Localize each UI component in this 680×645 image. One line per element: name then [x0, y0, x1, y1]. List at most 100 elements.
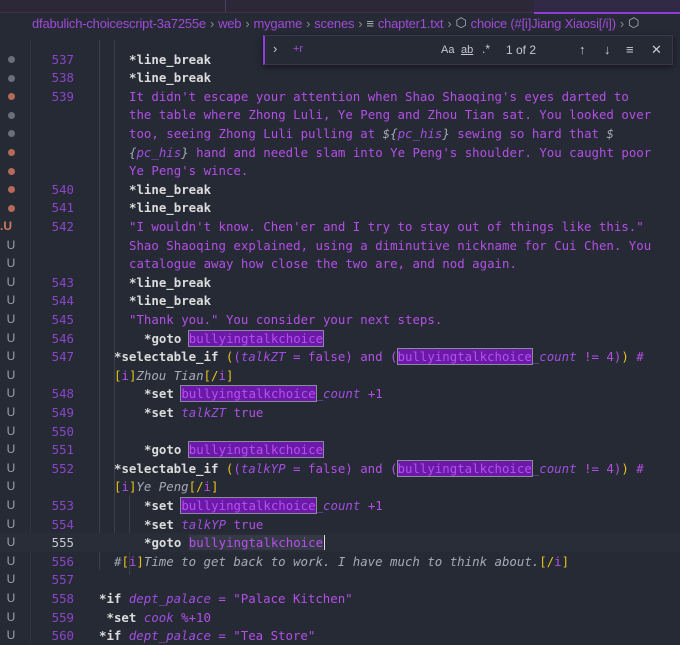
line-content[interactable]: #[i]Time to get back to work. I have muc…	[114, 552, 569, 571]
code-line[interactable]: U 544 *line_break	[0, 291, 680, 310]
code-line[interactable]: U 560 *if dept_palace = "Tea Store"	[0, 626, 680, 645]
text-token: "I wouldn't know. Chen'er and I try to s…	[129, 219, 644, 234]
code-line[interactable]: 539 It didn't escape your attention when …	[0, 87, 680, 106]
code-line[interactable]: U 548 *set bullyingtalkchoice_count +1	[0, 384, 680, 403]
line-content[interactable]: *set talkZT true	[144, 403, 263, 422]
code-line[interactable]: the table where Zhong Luli, Ye Peng and …	[0, 105, 680, 124]
line-content[interactable]: [i]Zhou Tian[/i]	[114, 366, 233, 385]
line-number: 537	[51, 51, 74, 67]
code-line[interactable]: too, seeing Zhong Luli pulling at ${pc_h…	[0, 124, 680, 143]
code-line[interactable]: U [i]Zhou Tian[/i]	[0, 366, 680, 385]
line-content[interactable]: *line_break	[129, 50, 211, 69]
line-content[interactable]: {pc_his} hand and needle slam into Ye Pe…	[129, 143, 651, 162]
breadcrumb-symbol[interactable]: choice (#[i]Jiang Xiaosi[/i])	[471, 16, 616, 31]
text-token: (	[233, 349, 241, 365]
code-line[interactable]: U 543 *line_break	[0, 273, 680, 292]
line-content[interactable]: the table where Zhong Luli, Ye Peng and …	[129, 105, 651, 124]
line-content[interactable]: *if dept_palace = "Palace Kitchen"	[99, 589, 353, 608]
line-content[interactable]: *set talkYP true	[144, 515, 263, 534]
line-content[interactable]: *set bullyingtalkchoice_count +1	[144, 384, 383, 403]
editor-tab[interactable]	[0, 0, 226, 12]
chevron-right-icon: ›	[209, 15, 215, 31]
code-editor[interactable]: who might want t 537 *line_break 538 *line_b…	[0, 33, 680, 645]
line-number: 549	[51, 405, 74, 420]
code-line[interactable]: 540 *line_break	[0, 180, 680, 199]
keyword-token: *line_break	[129, 70, 212, 86]
line-content[interactable]: Shao Shaoqing explained, using a diminut…	[129, 236, 651, 255]
git-untracked-marker: U	[6, 349, 16, 364]
next-match-icon[interactable]: ↓	[604, 42, 611, 57]
code-line[interactable]: U 557	[0, 570, 680, 589]
line-content[interactable]: *line_break	[129, 291, 211, 310]
find-in-selection-icon[interactable]: ≡	[626, 42, 634, 57]
line-content[interactable]: It didn't escape your attention when Sha…	[129, 87, 629, 106]
breadcrumb-file[interactable]: chapter1.txt	[378, 16, 444, 31]
line-content[interactable]: *goto bullyingtalkchoice	[144, 533, 326, 552]
line-content[interactable]: *line_break	[129, 273, 211, 292]
code-line[interactable]: Ye Peng's wince.	[0, 161, 680, 180]
line-content[interactable]: *selectable_if ((talkYP = false) and (bu…	[114, 459, 644, 478]
line-content[interactable]: too, seeing Zhong Luli pulling at ${pc_h…	[129, 124, 614, 143]
regex-button[interactable]: .*	[482, 42, 490, 56]
line-number: 550	[51, 423, 74, 439]
breadcrumb-scenes[interactable]: scenes	[314, 16, 354, 31]
keyword-token: *line_break	[129, 51, 212, 67]
code-line[interactable]: U 545 "Thank you." You consider your next …	[0, 310, 680, 329]
git-untracked-marker: U	[6, 553, 16, 568]
code-line[interactable]: U 553 *set bullyingtalkchoice_count +1	[0, 496, 680, 515]
code-line[interactable]: U 555 *goto bullyingtalkchoice	[0, 533, 680, 553]
previous-match-icon[interactable]: ↑	[579, 42, 586, 57]
line-content[interactable]: *selectable_if ((talkZT = false) and (bu…	[114, 347, 644, 366]
code-line[interactable]: U 551 *goto bullyingtalkchoice	[0, 440, 680, 459]
find-input[interactable]: +r	[293, 43, 303, 55]
git-untracked-marker: U	[6, 237, 16, 252]
line-content[interactable]: *line_break	[129, 180, 211, 199]
toggle-replace-chevron-icon[interactable]: ›	[273, 41, 277, 56]
line-content[interactable]: [i]Ye Peng[/i]	[114, 477, 218, 496]
line-content[interactable]: *if dept_palace = "Tea Store"	[99, 626, 315, 645]
line-number: 553	[51, 498, 74, 513]
close-icon[interactable]: ✕	[651, 42, 662, 58]
chevron-right-icon: ›	[245, 15, 250, 31]
code-line[interactable]: U 549 *set talkZT true	[0, 403, 680, 422]
git-change-dot-icon	[5, 68, 17, 87]
variable-token: talkYP	[181, 516, 227, 532]
code-line[interactable]: U 554 *set talkYP true	[0, 515, 680, 534]
breadcrumb-mygame[interactable]: mygame	[253, 16, 302, 31]
breadcrumb-web[interactable]: web	[218, 16, 241, 31]
text-token: true	[226, 405, 264, 420]
line-content[interactable]: catalogue away how close the two are, an…	[129, 254, 517, 273]
text-token: = "Tea Store"	[210, 628, 316, 644]
match-whole-word-button[interactable]: ab	[461, 44, 473, 56]
code-line[interactable]: U 556 #[i]Time to get back to work. I have…	[0, 552, 680, 571]
code-line[interactable]: U 558 *if dept_palace = "Palace Kitchen"	[0, 589, 680, 608]
code-line[interactable]: Ucatalogue away how close the two are, a…	[0, 254, 680, 273]
comment-token: Ye Peng	[136, 479, 189, 495]
code-line[interactable]: U [i]Ye Peng[/i]	[0, 477, 680, 496]
line-content[interactable]: *set bullyingtalkchoice_count +1	[144, 496, 383, 515]
code-line[interactable]: U 559 *set cook %+10	[0, 608, 680, 627]
code-line[interactable]: 538 *line_break	[0, 68, 680, 87]
line-content[interactable]: "I wouldn't know. Chen'er and I try to s…	[129, 217, 644, 236]
code-line[interactable]: U 546 *goto bullyingtalkchoice	[0, 329, 680, 348]
line-content[interactable]: Ye Peng's wince.	[129, 161, 248, 180]
code-line[interactable]: U Shao Shaoqing explained, using a diminu…	[0, 236, 680, 255]
text-token: #	[628, 460, 644, 476]
code-line[interactable]: U 547 *selectable_if ((talkZT = false) and…	[0, 347, 680, 366]
match-case-button[interactable]: Aa	[441, 44, 454, 56]
line-content[interactable]: *goto bullyingtalkchoice	[144, 440, 325, 459]
line-content[interactable]: "Thank you." You consider your next step…	[129, 310, 442, 329]
code-line[interactable]: 541 *line_break	[0, 198, 680, 217]
line-content[interactable]: *goto bullyingtalkchoice	[144, 329, 325, 348]
line-content[interactable]: *set cook %+10	[107, 608, 211, 627]
chevron-right-icon: ›	[306, 15, 311, 31]
line-content[interactable]: *line_break	[129, 68, 211, 87]
code-line[interactable]: {pc_his} hand and needle slam into Ye Pe…	[0, 143, 680, 162]
code-line[interactable]: U 550	[0, 422, 680, 441]
line-content[interactable]: *line_break	[129, 198, 211, 217]
code-line[interactable]: U 552 *selectable_if ((talkYP = false) and…	[0, 459, 680, 478]
code-line[interactable]: .U 542 "I wouldn't know. Chen'er and I try…	[0, 217, 680, 236]
match-count: 1 of 2	[506, 43, 537, 57]
breadcrumb-repo[interactable]: dfabulich-choicescript-3a7255e	[32, 16, 206, 31]
line-number: 539	[51, 88, 74, 104]
